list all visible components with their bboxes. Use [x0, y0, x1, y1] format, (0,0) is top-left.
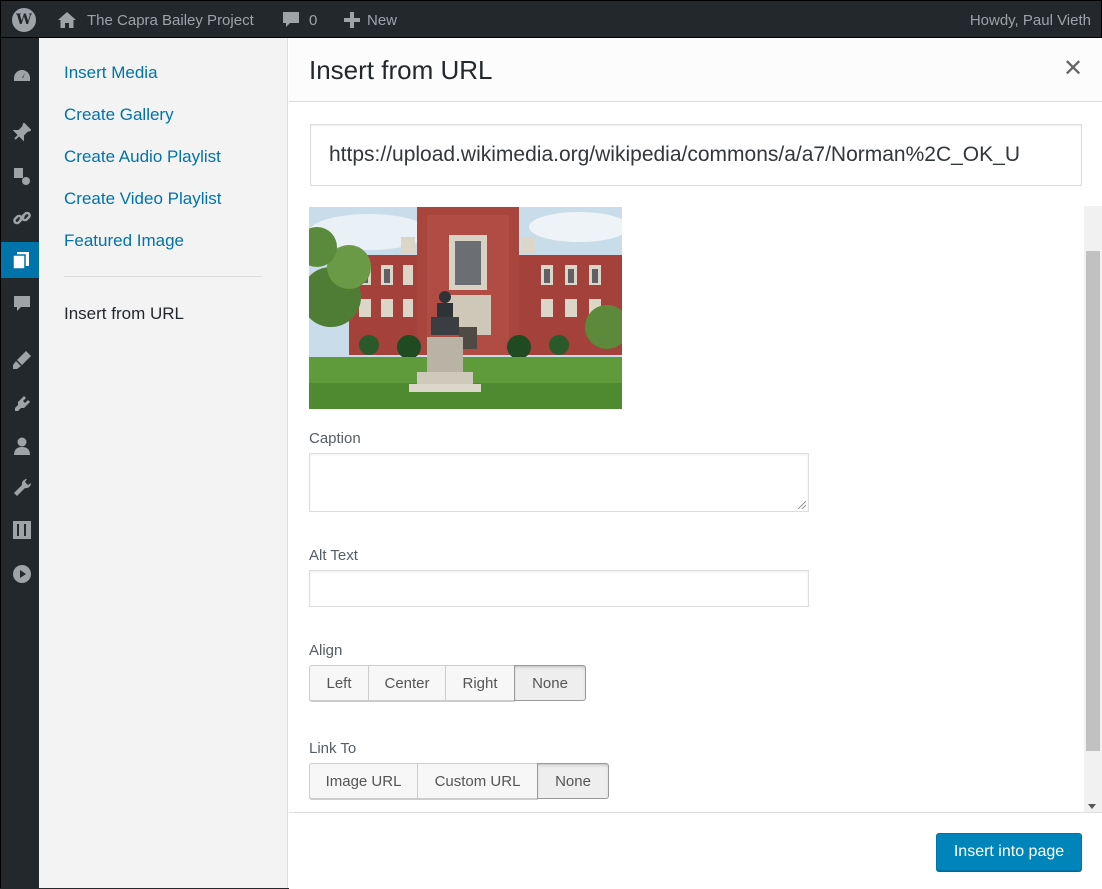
scroll-down-arrow-icon[interactable]	[1088, 804, 1096, 809]
menu-create-gallery[interactable]: Create Gallery	[64, 105, 174, 125]
link-to-button-group: Image URL Custom URL None	[309, 763, 609, 799]
user-account-link[interactable]: Howdy, Paul Vieth	[970, 1, 1091, 39]
alt-text-input[interactable]	[309, 570, 809, 607]
link-to-label: Link To	[309, 740, 357, 757]
vertical-scrollbar[interactable]	[1084, 206, 1102, 812]
wordpress-logo-glyph: W	[12, 8, 36, 32]
align-left-button[interactable]: Left	[309, 665, 369, 701]
menu-create-video-playlist[interactable]: Create Video Playlist	[64, 189, 222, 209]
comments-link[interactable]: 0	[281, 1, 317, 39]
align-button-group: Left Center Right None	[309, 665, 586, 701]
menu-separator	[64, 276, 262, 277]
admin-menu	[0, 38, 40, 888]
pages-icon[interactable]	[1, 242, 40, 278]
insert-into-page-button[interactable]: Insert into page	[936, 833, 1082, 871]
links-icon[interactable]	[11, 208, 33, 228]
align-none-button[interactable]: None	[514, 665, 586, 701]
media-icon[interactable]	[11, 166, 33, 186]
settings-icon[interactable]	[11, 520, 33, 540]
link-custom-url-button[interactable]: Custom URL	[417, 763, 538, 799]
comments-icon[interactable]	[11, 294, 33, 314]
comments-count: 0	[309, 11, 318, 29]
menu-insert-from-url[interactable]: Insert from URL	[64, 304, 184, 324]
new-content-link[interactable]: New	[343, 1, 397, 39]
embed-settings-scroller: Caption Alt Text Align Left Center Right…	[289, 206, 1102, 812]
align-center-button[interactable]: Center	[368, 665, 446, 701]
modal-header: Insert from URL ✕	[289, 38, 1102, 102]
align-right-button[interactable]: Right	[445, 665, 515, 701]
plus-icon	[344, 12, 360, 28]
tools-icon[interactable]	[11, 478, 33, 498]
menu-create-audio-playlist[interactable]: Create Audio Playlist	[64, 147, 221, 167]
admin-bar: W The Capra Bailey Project 0 New Howdy, …	[0, 0, 1102, 38]
scrollbar-thumb[interactable]	[1086, 251, 1100, 751]
modal-toolbar: Insert into page	[289, 812, 1102, 889]
menu-insert-media[interactable]: Insert Media	[64, 63, 158, 83]
link-none-button[interactable]: None	[537, 763, 609, 799]
modal-title: Insert from URL	[309, 55, 493, 85]
dashboard-icon[interactable]	[11, 66, 33, 86]
media-router-menu: Insert Media Create Gallery Create Audio…	[39, 38, 288, 888]
site-title: The Capra Bailey Project	[87, 11, 254, 29]
close-icon[interactable]: ✕	[1062, 57, 1084, 81]
play-icon[interactable]	[11, 564, 33, 584]
home-icon	[58, 12, 76, 28]
appearance-icon[interactable]	[11, 350, 33, 370]
caption-label: Caption	[309, 430, 361, 447]
new-label: New	[367, 11, 398, 29]
media-modal: Insert Media Create Gallery Create Audio…	[39, 38, 1102, 889]
comment-bubble-icon	[283, 12, 299, 27]
caption-textarea[interactable]	[309, 453, 809, 512]
image-preview	[309, 207, 622, 409]
alt-text-label: Alt Text	[309, 547, 358, 564]
plugins-icon[interactable]	[11, 394, 33, 414]
users-icon[interactable]	[11, 436, 33, 456]
embed-content: https://upload.wikimedia.org/wikipedia/c…	[289, 102, 1102, 812]
align-label: Align	[309, 642, 343, 659]
resize-handle[interactable]	[798, 501, 806, 509]
link-image-url-button[interactable]: Image URL	[309, 763, 418, 799]
menu-featured-image[interactable]: Featured Image	[64, 231, 184, 251]
url-input[interactable]: https://upload.wikimedia.org/wikipedia/c…	[310, 124, 1082, 186]
site-name-link[interactable]: The Capra Bailey Project	[57, 1, 254, 39]
pin-icon[interactable]	[11, 122, 33, 142]
wordpress-logo-icon[interactable]: W	[9, 1, 39, 39]
